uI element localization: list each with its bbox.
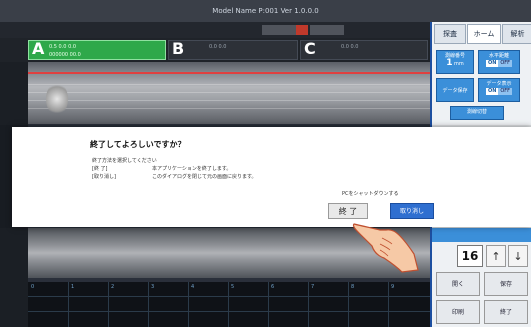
distance-grid: 0 1 2 3 4 5 6 7 8 9	[28, 282, 430, 327]
scan-stripe	[28, 108, 430, 109]
dialog-instruction: 終了方法を選択してください	[92, 158, 157, 164]
grid-vline	[308, 282, 309, 327]
tab-analysis[interactable]: 解析	[502, 24, 531, 44]
grid-vline	[228, 282, 229, 327]
dialog-end-desc: 本アプリケーションを終了します。	[152, 166, 232, 172]
horizontal-distance-title: 水平距離	[488, 53, 509, 59]
scan-marker-line	[28, 72, 430, 74]
grid-label: 6	[271, 284, 275, 290]
grid-vline	[188, 282, 189, 327]
data-display-button[interactable]: データ表示 ON OFF	[478, 78, 520, 102]
line-switch-button[interactable]: 測線切替	[450, 106, 504, 120]
line-number-button[interactable]: 測線番号 1 mm	[436, 50, 474, 74]
data-display-on: ON	[485, 88, 499, 95]
tab-survey[interactable]: 探査	[434, 24, 466, 44]
dialog-cancel-key: [取り消し]	[92, 174, 116, 180]
up-arrow-icon[interactable]: ↑	[486, 245, 506, 267]
grid-label: 7	[311, 284, 315, 290]
scan-stripe	[28, 92, 430, 93]
print-button[interactable]: 印刷	[436, 300, 480, 324]
dialog-end-key: [終 了]	[92, 166, 108, 172]
radar-scan-image[interactable]	[28, 62, 430, 124]
grid-vline	[148, 282, 149, 327]
data-display-off: OFF	[498, 88, 513, 95]
grid-vline	[108, 282, 109, 327]
line-number-unit: mm	[454, 61, 464, 67]
grid-vline	[68, 282, 69, 327]
scan-reflection	[46, 82, 68, 116]
horizontal-distance-on: ON	[485, 60, 499, 67]
dialog-cancel-desc: このダイアログを閉じて元の画面に戻ります。	[152, 174, 257, 180]
app-window: Model Name P:001 Ver 1.0.0.0 A 0.5 0.0 0…	[0, 0, 531, 327]
channel-b-panel[interactable]: B 0.0 0.0	[168, 39, 298, 60]
channel-a-line1: 0.5 0.0 0.0	[49, 44, 77, 50]
panel-tabs: 探査 ホーム 解析	[434, 24, 531, 44]
line-number-title: 測線番号	[444, 53, 465, 59]
grid-label: 9	[391, 284, 395, 290]
toolbar-button-3[interactable]	[310, 25, 344, 35]
channel-a-panel[interactable]: A 0.5 0.0 0.0 000000 00.0	[28, 39, 166, 60]
grid-hline	[28, 296, 430, 297]
exit-app-button[interactable]: 終了	[484, 300, 528, 324]
grid-label: 2	[111, 284, 115, 290]
down-arrow-icon[interactable]: ↓	[508, 245, 528, 267]
exit-confirm-dialog: 終了してよろしいですか？ 終了方法を選択してください [終 了] 本アプリケーシ…	[12, 127, 531, 227]
horizontal-distance-button[interactable]: 水平距離 ON OFF	[478, 50, 520, 74]
channel-a-line2: 000000 00.0	[49, 52, 81, 58]
grid-label: 5	[231, 284, 235, 290]
toolbar-button-1[interactable]	[262, 25, 296, 35]
channel-b-line1: 0.0 0.0	[209, 44, 227, 50]
pointing-hand-icon	[352, 223, 419, 273]
open-file-button[interactable]: 開く	[436, 272, 480, 296]
channel-bar: A 0.5 0.0 0.0 000000 00.0 B 0.0 0.0 C 0.…	[0, 38, 430, 62]
channel-b-letter: B	[172, 39, 185, 58]
grid-vline	[268, 282, 269, 327]
window-title: Model Name P:001 Ver 1.0.0.0	[0, 0, 531, 22]
save-file-button[interactable]: 保存	[484, 272, 528, 296]
record-indicator[interactable]	[296, 25, 308, 35]
data-save-title: データ保存	[442, 88, 468, 94]
grid-label: 0	[31, 284, 35, 290]
grid-label: 4	[191, 284, 195, 290]
data-display-title: データ表示	[486, 81, 512, 87]
horizontal-distance-off: OFF	[498, 60, 513, 67]
grid-vline	[348, 282, 349, 327]
channel-c-panel[interactable]: C 0.0 0.0	[300, 39, 428, 60]
panel-blue-strip	[432, 228, 531, 242]
scan-stripe	[28, 100, 430, 101]
shutdown-checkbox-label[interactable]: PCをシャットダウンする	[342, 190, 399, 197]
grid-vline	[388, 282, 389, 327]
scan-stripe	[28, 84, 430, 85]
channel-a-letter: A	[32, 39, 45, 58]
grid-label: 1	[71, 284, 75, 290]
line-number-value: 1	[446, 58, 453, 68]
dialog-title: 終了してよろしいですか？	[90, 140, 186, 149]
channel-number-display[interactable]: 16	[457, 245, 483, 267]
channel-c-letter: C	[304, 39, 316, 58]
line-switch-title: 測線切替	[466, 109, 487, 115]
channel-c-line1: 0.0 0.0	[341, 44, 359, 50]
grid-label: 3	[151, 284, 155, 290]
grid-hline	[28, 311, 430, 312]
data-save-button[interactable]: データ保存	[436, 78, 474, 102]
top-toolbar	[0, 22, 430, 38]
tab-home[interactable]: ホーム	[467, 24, 501, 44]
grid-label: 8	[351, 284, 355, 290]
